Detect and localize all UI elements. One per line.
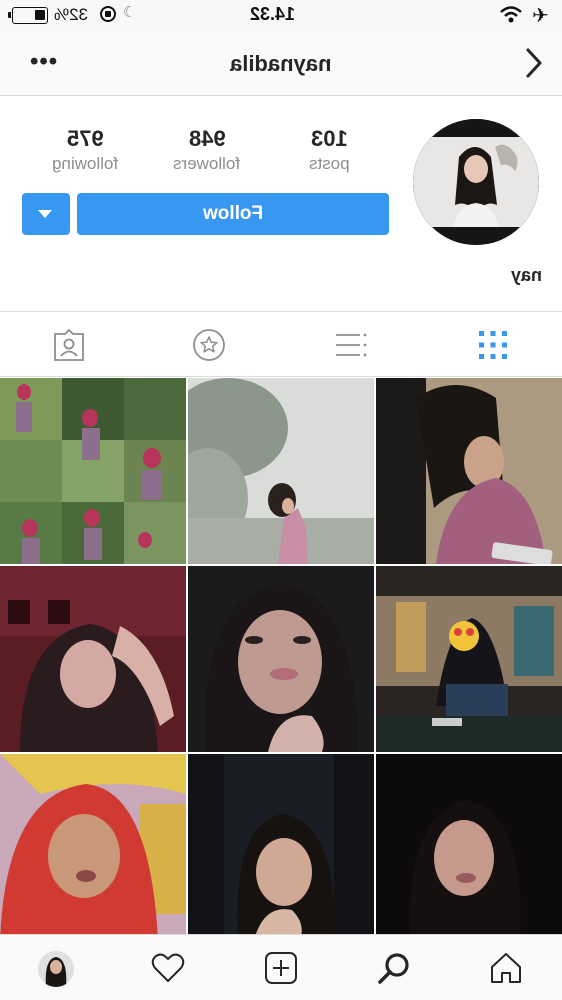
posts-grid [0,378,562,940]
back-chevron-icon[interactable] [518,46,548,80]
suggestions-dropdown-button[interactable] [22,193,70,235]
grid-icon[interactable] [476,328,510,362]
post-thumbnail[interactable] [188,754,374,940]
profile-stats: 975 following 948 followers 103 posts [30,126,390,186]
profile-avatar[interactable] [413,119,539,245]
profile-tabs [0,311,562,377]
home-icon[interactable] [489,951,523,985]
orientation-lock-icon [100,6,116,22]
post-thumbnail[interactable] [0,378,186,564]
post-thumbnail[interactable] [376,378,562,564]
star-icon[interactable] [192,328,226,362]
search-icon[interactable] [377,951,411,985]
follow-button[interactable]: Follow [77,193,389,235]
profile-display-name: nay [510,265,542,285]
post-thumbnail[interactable] [0,566,186,752]
moon-icon: ☾ [123,4,137,21]
post-thumbnail[interactable] [188,378,374,564]
tagged-person-icon[interactable] [52,328,86,362]
profile-header: ••• naynadila [0,30,562,96]
post-thumbnail[interactable] [188,566,374,752]
wifi-icon [500,6,522,23]
battery-icon [8,7,48,24]
bottom-nav [0,934,562,1000]
heart-icon[interactable] [151,951,185,985]
status-time: 14.32 [250,4,296,24]
post-thumbnail[interactable] [0,754,186,940]
post-thumbnail[interactable] [376,754,562,940]
header-username: naynadila [230,51,332,76]
stat-posts[interactable]: 103 posts [274,126,384,174]
post-thumbnail[interactable] [376,566,562,752]
stat-followers[interactable]: 948 followers [152,126,262,174]
airplane-icon: ✈ [532,5,549,27]
profile-avatar-icon[interactable] [38,951,74,987]
add-post-icon[interactable] [264,951,298,985]
stat-following[interactable]: 975 following [30,126,140,174]
status-bar: 32% ☾ 14.32 ✈ [0,0,562,30]
battery-percent: 32% [54,5,89,24]
list-icon[interactable] [334,328,368,362]
